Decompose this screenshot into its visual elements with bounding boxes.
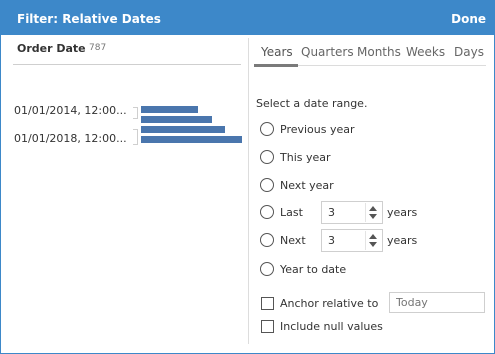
anchor-date-input[interactable] [389,292,485,313]
period-tabs: Years Quarters Months Weeks Days [254,38,486,66]
radio-button[interactable] [260,178,274,192]
histogram-bracket [133,129,138,145]
next-n-value[interactable]: 3 [328,234,335,247]
last-n-stepper[interactable]: 3 [321,201,383,224]
active-tab-indicator [254,64,298,67]
tab-weeks[interactable]: Weeks [406,45,445,59]
option-label: This year [280,151,331,164]
option-label: Next [280,234,306,247]
include-null-label: Include null values [280,320,383,333]
histogram-bar [141,116,212,123]
decrement-arrow-icon[interactable] [369,242,377,247]
anchor-label: Anchor relative to [280,297,379,310]
anchor-checkbox[interactable] [261,297,274,310]
histogram-bar [141,126,225,133]
radio-button[interactable] [260,150,274,164]
title-bar: Filter: Relative Dates Done [1,1,494,35]
option-label: Previous year [280,123,355,136]
field-name: Order Date [17,42,86,55]
option-label: Last [280,206,303,219]
done-button[interactable]: Done [451,12,486,26]
stepper-arrows[interactable] [365,231,380,250]
decrement-arrow-icon[interactable] [369,214,377,219]
field-count: 787 [89,43,107,53]
tab-quarters[interactable]: Quarters [301,45,354,59]
histogram-bar [141,136,242,143]
radio-button[interactable] [260,262,274,276]
dialog-title: Filter: Relative Dates [17,12,161,26]
range-prompt: Select a date range. [256,97,368,110]
increment-arrow-icon[interactable] [369,206,377,211]
field-divider [13,64,241,65]
radio-button[interactable] [260,233,274,247]
include-null-checkbox[interactable] [261,320,274,333]
option-label: Next year [280,179,334,192]
date-range-start-label: 01/01/2014, 12:00... [14,104,127,117]
radio-button[interactable] [260,122,274,136]
last-n-value[interactable]: 3 [328,206,335,219]
next-n-unit: years [387,234,418,247]
tab-months[interactable]: Months [357,45,401,59]
tab-days[interactable]: Days [454,45,484,59]
stepper-arrows[interactable] [365,203,380,222]
tab-years[interactable]: Years [261,45,293,59]
tab-divider [298,65,486,66]
next-n-stepper[interactable]: 3 [321,229,383,252]
option-label: Year to date [280,263,347,276]
date-range-end-label: 01/01/2018, 12:00... [14,132,127,145]
panel-divider [248,38,249,344]
radio-button[interactable] [260,205,274,219]
increment-arrow-icon[interactable] [369,234,377,239]
histogram-bar [141,106,198,113]
histogram-bracket [133,107,138,119]
last-n-unit: years [387,206,418,219]
